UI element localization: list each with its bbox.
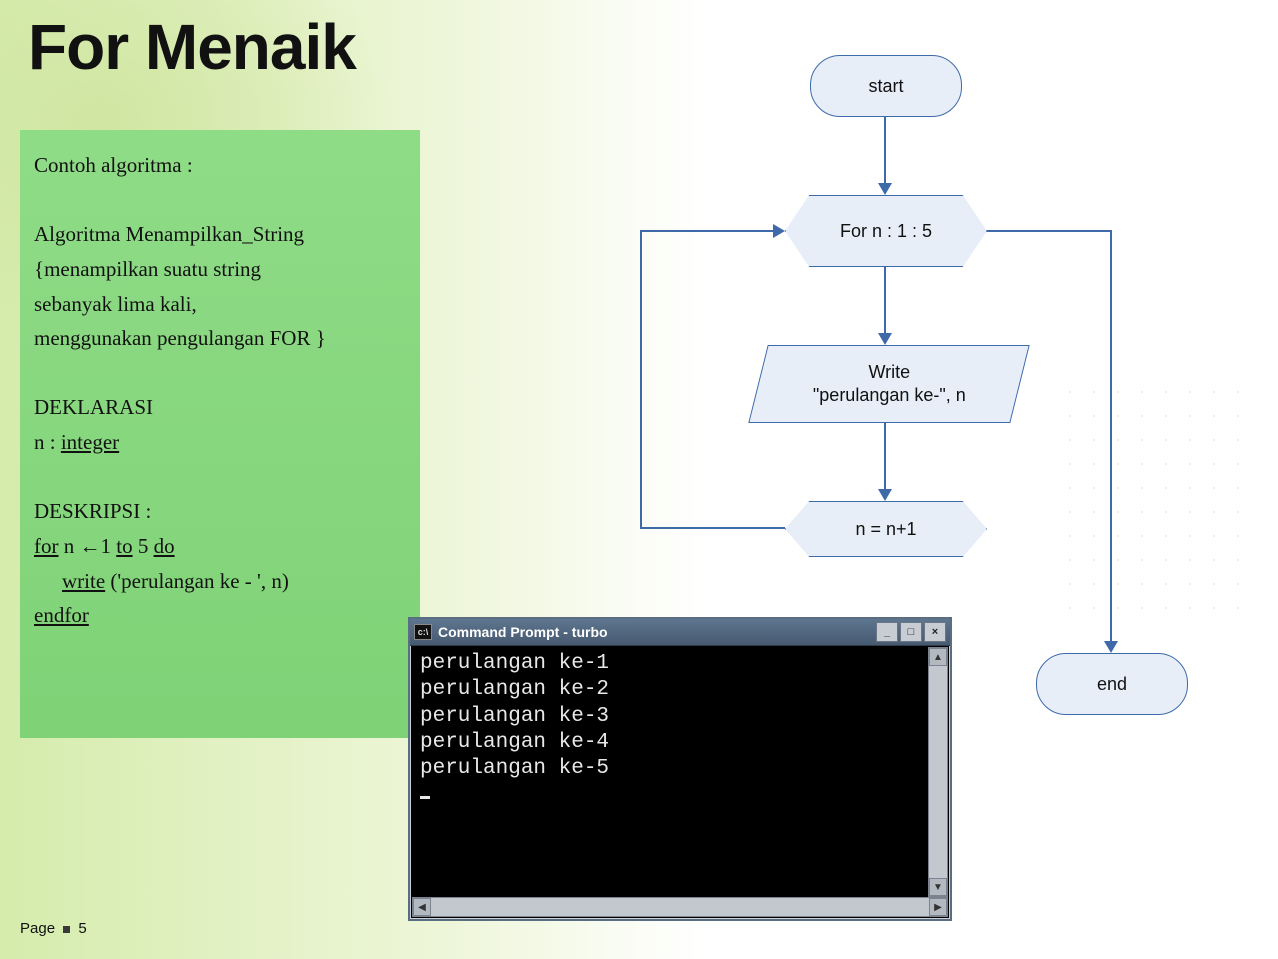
for-range-a: n ←1 <box>59 534 117 558</box>
arrow-for-write <box>878 333 892 345</box>
cursor <box>420 796 430 799</box>
edge-exit-right <box>987 230 1112 232</box>
kw-to: to <box>116 534 132 558</box>
out-line-4: perulangan ke-4 <box>420 731 609 754</box>
flow-for-label: For n : 1 : 5 <box>840 221 932 242</box>
close-button[interactable]: × <box>924 622 946 642</box>
maximize-button[interactable]: □ <box>900 622 922 642</box>
flow-end-label: end <box>1097 674 1127 695</box>
algo-name: Algoritma Menampilkan_String <box>34 217 406 252</box>
flow-write-label1: Write <box>868 362 910 382</box>
arrow-exit-end <box>1104 641 1118 653</box>
footer-page-number: 5 <box>78 920 86 937</box>
footer-bullet-icon <box>63 926 70 933</box>
page-footer: Page 5 <box>20 920 87 937</box>
scroll-down-button[interactable]: ▼ <box>929 878 947 896</box>
edge-start-for <box>884 117 886 187</box>
flow-inc-label: n = n+1 <box>855 519 916 540</box>
console-output: perulangan ke-1 perulangan ke-2 perulang… <box>414 649 928 897</box>
footer-page-label: Page <box>20 920 55 937</box>
n-decl-prefix: n : <box>34 430 61 454</box>
kw-do: do <box>154 534 175 558</box>
flow-write: Write "perulangan ke-", n <box>748 345 1029 423</box>
algo-desc1: {menampilkan suatu string <box>34 252 406 287</box>
deklarasi-label: DEKLARASI <box>34 390 406 425</box>
flow-for: For n : 1 : 5 <box>785 195 987 267</box>
window-titlebar[interactable]: c:\ Command Prompt - turbo _ □ × <box>410 619 950 646</box>
algo-desc2: sebanyak lima kali, <box>34 287 406 322</box>
algo-heading: Contoh algoritma : <box>34 148 406 183</box>
scroll-up-button[interactable]: ▲ <box>929 648 947 666</box>
flow-start: start <box>810 55 962 117</box>
edge-loop-left <box>640 230 642 529</box>
out-line-5: perulangan ke-5 <box>420 757 609 780</box>
command-prompt-window: c:\ Command Prompt - turbo _ □ × perulan… <box>408 617 952 921</box>
scroll-left-button[interactable]: ◀ <box>413 898 431 916</box>
out-line-2: perulangan ke-2 <box>420 678 609 701</box>
flow-end: end <box>1036 653 1188 715</box>
deskripsi-label: DESKRIPSI : <box>34 494 406 529</box>
edge-write-inc <box>884 423 886 493</box>
flow-start-label: start <box>868 76 903 97</box>
kw-for: for <box>34 534 59 558</box>
out-line-1: perulangan ke-1 <box>420 652 609 675</box>
for-line: for n ←1 to 5 do <box>34 529 406 564</box>
write-args: ('perulangan ke - ', n) <box>105 569 289 593</box>
out-line-3: perulangan ke-3 <box>420 705 609 728</box>
scroll-right-button[interactable]: ▶ <box>929 898 947 916</box>
edge-loop-top <box>640 230 773 232</box>
n-decl-type: integer <box>61 430 119 454</box>
write-line: write ('perulangan ke - ', n) <box>34 564 406 599</box>
cmd-icon: c:\ <box>414 624 432 640</box>
minimize-button[interactable]: _ <box>876 622 898 642</box>
edge-exit-down <box>1110 230 1112 645</box>
arrow-write-inc <box>878 489 892 501</box>
horizontal-scrollbar[interactable]: ◀ ▶ <box>412 897 948 917</box>
kw-endfor: endfor <box>34 598 406 633</box>
vertical-scrollbar[interactable]: ▲ ▼ <box>928 647 948 897</box>
algo-desc3: menggunakan pengulangan FOR } <box>34 321 406 356</box>
algorithm-box: Contoh algoritma : Algoritma Menampilkan… <box>20 130 420 738</box>
flow-inc: n = n+1 <box>785 501 987 557</box>
kw-write: write <box>62 569 105 593</box>
edge-for-write <box>884 267 886 337</box>
for-range-b: 5 <box>133 534 154 558</box>
window-title: Command Prompt - turbo <box>438 624 608 640</box>
arrow-start-for <box>878 183 892 195</box>
arrow-loop-back <box>773 224 785 238</box>
flow-write-label2: "perulangan ke-", n <box>813 385 966 405</box>
n-declaration: n : integer <box>34 425 406 460</box>
edge-loop-bottom <box>640 527 785 529</box>
page-title: For Menaik <box>28 10 356 84</box>
